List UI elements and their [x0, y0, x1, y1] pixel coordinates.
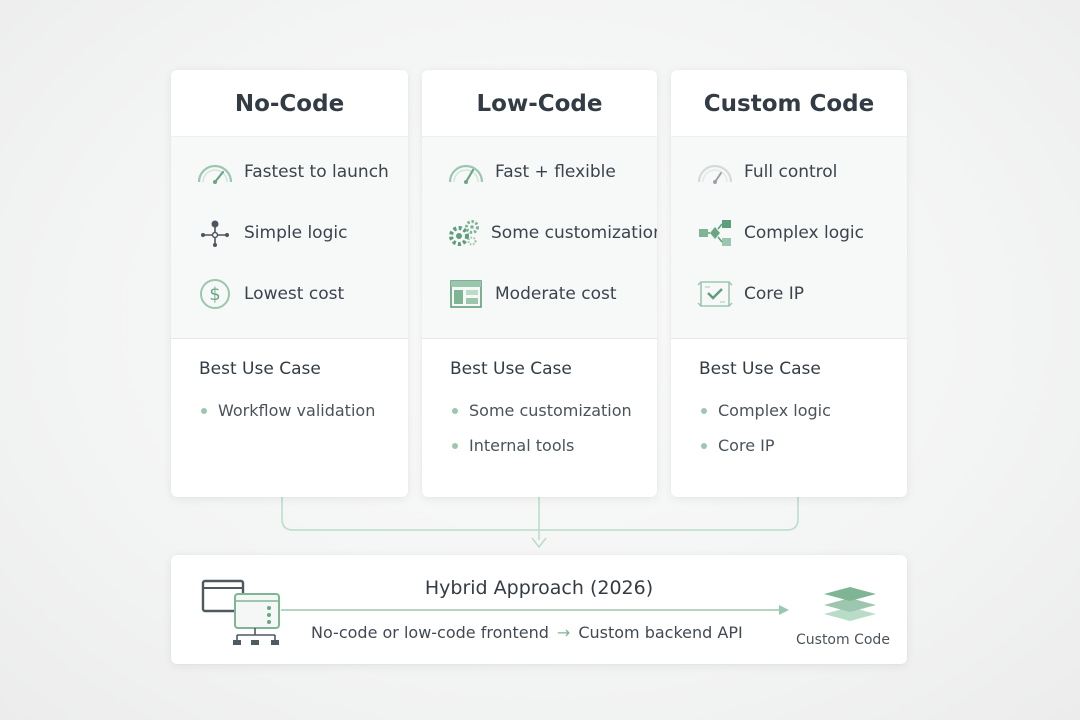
best-use-case: Best Use Case Some customization Interna… [422, 339, 657, 463]
feature-label: Moderate cost [495, 283, 617, 304]
column-card-custom-code: Custom Code Full control Complex logic C… [671, 70, 907, 497]
list-item: Workflow validation [199, 393, 408, 428]
column-card-no-code: No-Code Fastest to launch Simple logic $… [171, 70, 408, 497]
feature-item: Fastest to launch [171, 141, 408, 202]
bullet-dot [452, 407, 458, 414]
feature-item: Core IP [671, 263, 907, 324]
branch-node-icon [195, 215, 235, 251]
feature-item: $ Lowest cost [171, 263, 408, 324]
best-use-case-title: Best Use Case [199, 359, 321, 379]
column-title: Custom Code [671, 70, 907, 136]
backend-label: Custom backend API [578, 623, 743, 642]
bullet-dot [701, 442, 707, 449]
hybrid-title: Hybrid Approach (2026) [424, 577, 654, 599]
list-item-text: Some customization [469, 401, 632, 420]
bullet-dot [452, 442, 458, 449]
gauge-icon [195, 154, 235, 190]
dollar-circle-icon: $ [195, 276, 235, 312]
stacked-layers-icon [824, 587, 876, 621]
feature-label: Full control [744, 161, 838, 182]
arrow-right-icon: → [556, 623, 571, 642]
gears-icon [446, 215, 482, 251]
feature-item: Full control [671, 141, 907, 202]
best-use-case-title: Best Use Case [450, 359, 572, 379]
list-item: Internal tools [450, 428, 657, 463]
feature-label: Core IP [744, 283, 805, 304]
column-card-low-code: Low-Code Fast + flexible Some customizat… [422, 70, 657, 497]
list-item: Core IP [699, 428, 907, 463]
feature-item: Complex logic [671, 202, 907, 263]
feature-item: Simple logic [171, 202, 408, 263]
feature-item: Some customization [422, 202, 657, 263]
feature-label: Simple logic [244, 222, 348, 243]
feature-item: Fast + flexible [422, 141, 657, 202]
feature-label: Fastest to launch [244, 161, 389, 182]
column-title: Low-Code [422, 70, 657, 136]
feature-list: Full control Complex logic Core IP [671, 136, 907, 339]
hybrid-approach-panel: Hybrid Approach (2026) No-code or low-co… [171, 555, 907, 664]
best-use-case: Best Use Case Workflow validation [171, 339, 408, 428]
column-title: No-Code [171, 70, 408, 136]
layout-blocks-icon [446, 276, 486, 312]
feature-list: Fast + flexible Some customization Moder… [422, 136, 657, 339]
list-item: Some customization [450, 393, 657, 428]
feature-list: Fastest to launch Simple logic $ Lowest … [171, 136, 408, 339]
best-use-case-title: Best Use Case [699, 359, 821, 379]
gauge-icon [695, 154, 735, 190]
feature-label: Some customization [491, 222, 657, 243]
hybrid-description: No-code or low-code frontend → Custom ba… [311, 623, 743, 642]
list-item: Complex logic [699, 393, 907, 428]
gauge-icon [446, 154, 486, 190]
feature-label: Lowest cost [244, 283, 345, 304]
best-use-case: Best Use Case Complex logic Core IP [671, 339, 907, 463]
feature-item: Moderate cost [422, 263, 657, 324]
list-item-text: Core IP [718, 436, 775, 455]
flowchart-icon [695, 215, 735, 251]
feature-label: Fast + flexible [495, 161, 616, 182]
frontend-label: No-code or low-code frontend [311, 623, 549, 642]
svg-text:$: $ [209, 284, 220, 305]
feature-label: Complex logic [744, 222, 864, 243]
list-item-text: Complex logic [718, 401, 831, 420]
list-item-text: Workflow validation [218, 401, 376, 420]
list-item-text: Internal tools [469, 436, 575, 455]
bullet-dot [201, 407, 207, 414]
target-label: Custom Code [796, 632, 890, 648]
bullet-dot [701, 407, 707, 414]
flow-arrow [281, 605, 789, 615]
ip-document-icon [695, 276, 735, 312]
